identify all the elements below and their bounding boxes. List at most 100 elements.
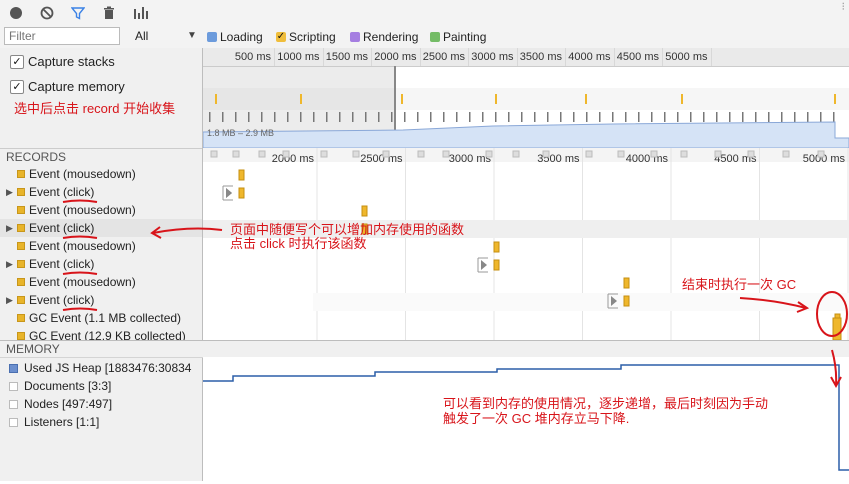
counter-checkbox[interactable] bbox=[9, 418, 18, 427]
overview-tick-mark bbox=[794, 112, 796, 122]
record-icon[interactable] bbox=[8, 5, 24, 21]
gc-event-bar[interactable] bbox=[832, 317, 842, 341]
counter-checkbox[interactable] bbox=[9, 382, 18, 391]
records-ruler-mark bbox=[542, 150, 550, 158]
overview-tick-mark bbox=[443, 112, 445, 122]
capture-stacks-checkbox[interactable]: ✓ bbox=[10, 55, 24, 69]
click-hint-annotation-2: 点击 click 时执行该函数 bbox=[230, 236, 367, 251]
record-row[interactable]: ▶ Event (click) bbox=[0, 183, 202, 201]
counter-checkbox[interactable] bbox=[9, 364, 18, 373]
legend-loading[interactable]: Loading bbox=[207, 30, 263, 44]
overview-event-mark bbox=[834, 94, 836, 104]
overview-tick-line bbox=[274, 48, 275, 66]
overview-tick-mark bbox=[625, 112, 627, 122]
event-bar[interactable] bbox=[493, 241, 500, 253]
records-tick-label: 2500 ms bbox=[360, 153, 403, 165]
overview-event-mark bbox=[681, 94, 683, 104]
legend-swatch[interactable] bbox=[350, 32, 360, 42]
record-label: Event (click) bbox=[29, 185, 95, 199]
overview-tick-label: 500 ms bbox=[234, 51, 271, 63]
legend-swatch[interactable] bbox=[207, 32, 217, 42]
record-row[interactable]: ▶ Event (click) bbox=[0, 291, 202, 309]
records-ruler-mark bbox=[650, 150, 658, 158]
overview-chart bbox=[203, 66, 849, 148]
record-row[interactable]: Event (mousedown) bbox=[0, 165, 202, 183]
record-row[interactable]: Event (mousedown) bbox=[0, 237, 202, 255]
legend-painting[interactable]: Painting bbox=[430, 30, 486, 44]
expand-arrow-icon[interactable] bbox=[226, 188, 232, 198]
records-tick-label: 4000 ms bbox=[626, 153, 669, 165]
overview-pane[interactable]: 500 ms 1000 ms 1500 ms 2000 ms 2500 ms 3000 m… bbox=[203, 48, 849, 148]
records-ruler-mark bbox=[747, 150, 755, 158]
filter-icon[interactable] bbox=[70, 5, 86, 21]
event-bar[interactable] bbox=[623, 295, 630, 307]
expand-triangle-icon[interactable]: ▶ bbox=[6, 291, 13, 309]
event-bar[interactable] bbox=[238, 187, 245, 199]
expand-triangle-icon[interactable]: ▶ bbox=[6, 219, 13, 237]
overview-tick-mark bbox=[612, 112, 614, 122]
memory-header-bar: MEMORY bbox=[0, 340, 849, 358]
expand-triangle-icon[interactable]: ▶ bbox=[6, 255, 13, 273]
clear-icon[interactable] bbox=[39, 5, 55, 21]
overview-tick-mark bbox=[547, 112, 549, 122]
filter-input[interactable] bbox=[4, 27, 120, 45]
heap-range-label: 1.8 MB – 2.9 MB bbox=[207, 128, 275, 138]
records-ruler-mark bbox=[282, 150, 290, 158]
overview-tick-mark bbox=[326, 112, 328, 122]
memory-counter-row[interactable]: Documents [3:3] bbox=[0, 377, 202, 395]
expand-arrow-icon[interactable] bbox=[481, 260, 487, 270]
overview-tick-label: 5000 ms bbox=[665, 51, 708, 63]
record-row[interactable]: ▶ Event (click) bbox=[0, 255, 202, 273]
records-ruler-mark bbox=[232, 150, 240, 158]
event-bar[interactable] bbox=[623, 277, 630, 289]
overview-tick-mark bbox=[209, 112, 211, 122]
records-ruler-mark bbox=[382, 150, 390, 158]
memory-counter-row[interactable]: Used JS Heap [1883476:30834 bbox=[0, 359, 202, 377]
overview-tick-line bbox=[613, 48, 615, 66]
record-row[interactable]: GC Event (1.1 MB collected) bbox=[0, 309, 202, 327]
counter-label: Nodes [497:497] bbox=[24, 397, 113, 411]
overview-tick-mark bbox=[833, 112, 835, 122]
event-bar[interactable] bbox=[361, 205, 368, 217]
legend-rendering[interactable]: Rendering bbox=[350, 30, 418, 44]
record-hint-annotation: 选中后点击 record 开始收集 bbox=[14, 101, 176, 116]
overview-tick-mark bbox=[365, 112, 367, 122]
overview-ruler: 500 ms 1000 ms 1500 ms 2000 ms 2500 ms 3000 m… bbox=[203, 48, 849, 67]
overview-tick-mark bbox=[235, 112, 237, 122]
records-ruler-mark bbox=[258, 150, 266, 158]
legend-swatch[interactable]: ✓ bbox=[276, 32, 286, 42]
record-row[interactable]: Event (mousedown) bbox=[0, 201, 202, 219]
counter-checkbox[interactable] bbox=[9, 400, 18, 409]
overview-tick-mark bbox=[391, 112, 393, 122]
memory-counter-row[interactable]: Nodes [497:497] bbox=[0, 395, 202, 413]
capture-memory-checkbox[interactable]: ✓ bbox=[10, 80, 24, 94]
record-row[interactable]: ▶ Event (click) bbox=[0, 219, 202, 237]
records-ruler-mark bbox=[512, 150, 520, 158]
scripting-swatch-icon bbox=[17, 278, 25, 286]
chevron-down-icon[interactable]: ▼ bbox=[187, 30, 197, 41]
memory-counter-row[interactable]: Listeners [1:1] bbox=[0, 413, 202, 431]
legend-scripting[interactable]: ✓ Scripting bbox=[276, 30, 336, 44]
overview-tick-mark bbox=[287, 112, 289, 122]
overview-tick-mark bbox=[261, 112, 263, 122]
legend-label: Scripting bbox=[289, 30, 336, 44]
event-bar[interactable] bbox=[493, 259, 500, 271]
scripting-swatch-icon bbox=[17, 224, 25, 232]
overview-tick-mark bbox=[729, 112, 731, 122]
memory-header: MEMORY bbox=[6, 342, 60, 356]
expand-triangle-icon[interactable]: ▶ bbox=[6, 183, 13, 201]
record-label: Event (mousedown) bbox=[29, 239, 136, 253]
overview-tick-label: 3000 ms bbox=[471, 51, 514, 63]
category-select-label[interactable]: All bbox=[135, 29, 148, 43]
records-ruler-mark bbox=[782, 150, 790, 158]
overview-tick-mark bbox=[521, 112, 523, 122]
record-row[interactable]: Event (mousedown) bbox=[0, 273, 202, 291]
legend-swatch[interactable] bbox=[430, 32, 440, 42]
event-bar[interactable] bbox=[238, 169, 245, 181]
overview-tick-mark bbox=[352, 112, 354, 122]
bars-icon[interactable] bbox=[133, 5, 149, 21]
overview-tick-mark bbox=[274, 112, 276, 122]
overview-tick-line bbox=[371, 48, 372, 66]
trash-icon[interactable] bbox=[101, 5, 117, 21]
legend-label: Loading bbox=[220, 30, 263, 44]
